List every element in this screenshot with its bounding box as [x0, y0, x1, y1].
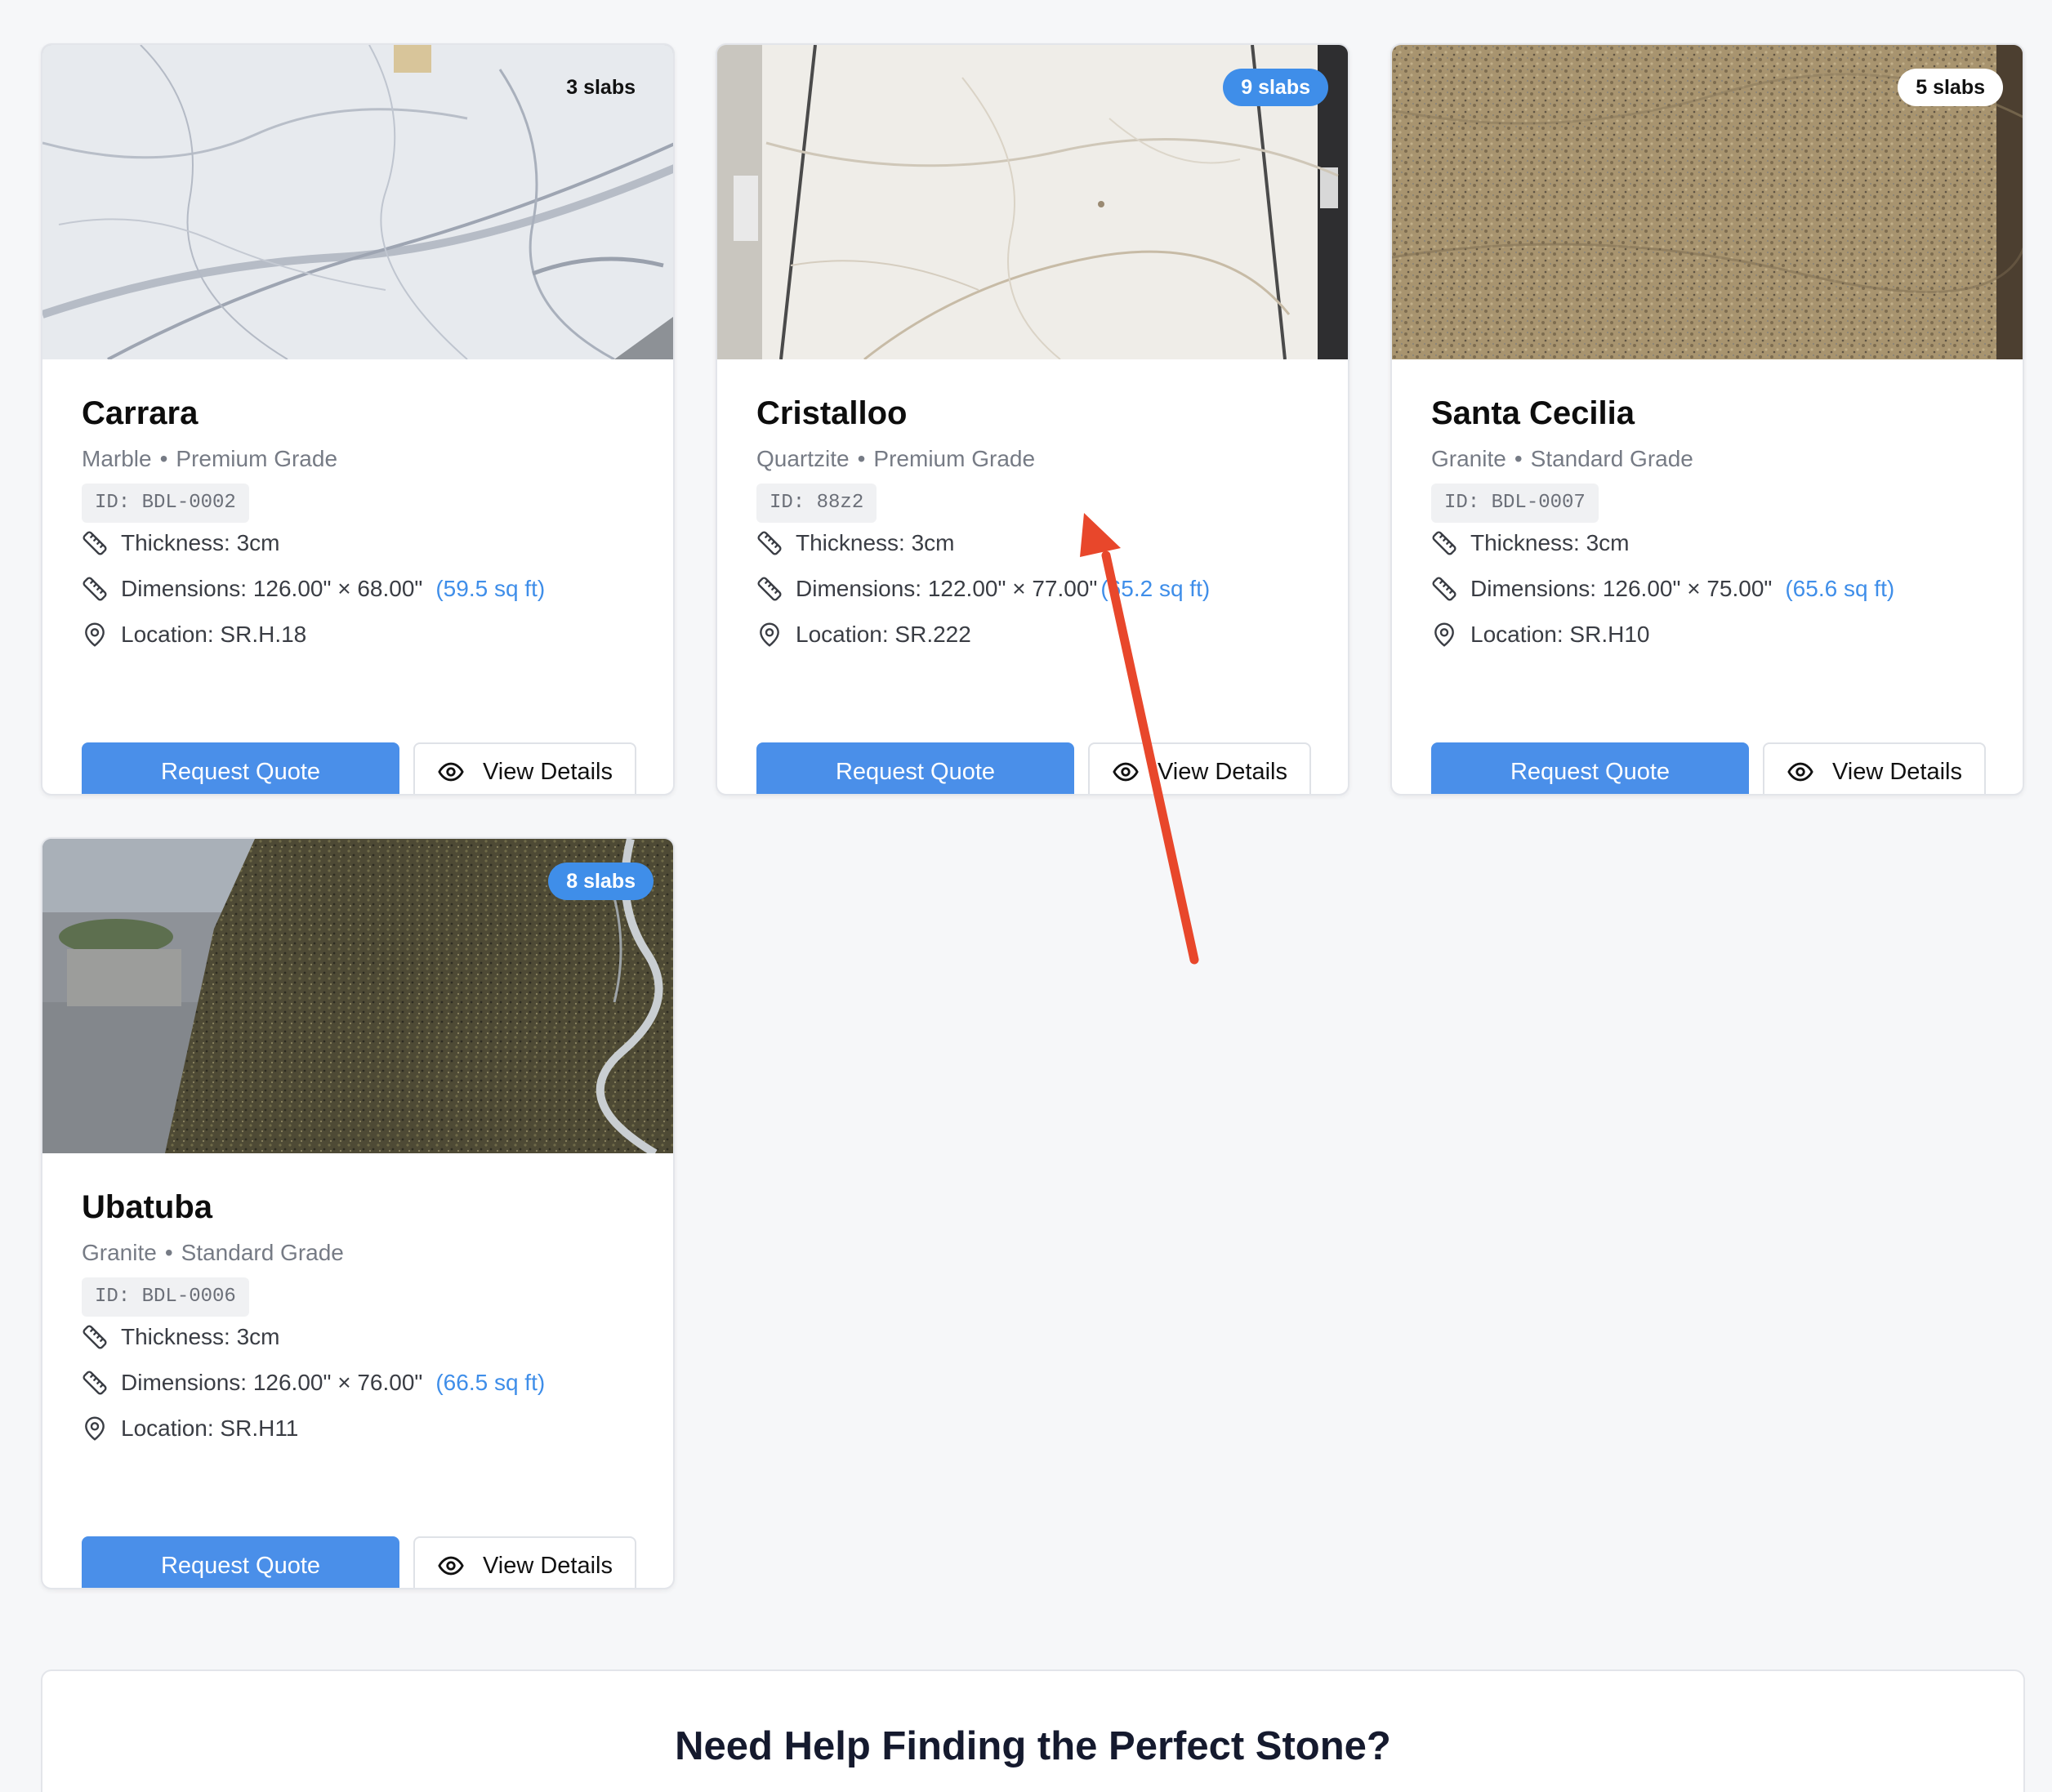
location-text: Location: SR.H.18	[121, 622, 307, 647]
location-row: Location: SR.H.18	[82, 618, 306, 651]
view-details-button[interactable]: View Details	[1088, 742, 1311, 794]
product-card-carrara: 3 slabs Carrara Marble • Premium Grade ID:…	[41, 43, 675, 796]
material-label: Quartzite	[756, 446, 850, 471]
dimensions-text: Dimensions: 122.00" × 77.00"	[796, 576, 1098, 601]
product-card-cristalloo: 9 slabs Cristalloo Quartzite • Premium Gra…	[716, 43, 1349, 796]
dimensions-text: Dimensions: 126.00" × 68.00"	[121, 576, 423, 601]
request-quote-button[interactable]: Request Quote	[82, 1536, 399, 1588]
separator-dot: •	[857, 446, 866, 471]
grade-label: Standard Grade	[1530, 446, 1693, 471]
area-sqft: (59.5 sq ft)	[435, 576, 546, 601]
ruler-icon	[82, 576, 108, 602]
view-details-button[interactable]: View Details	[413, 1536, 636, 1588]
product-category: Granite • Standard Grade	[82, 1240, 344, 1266]
slab-count-badge: 3 slabs	[566, 76, 636, 99]
location-text: Location: SR.H11	[121, 1415, 299, 1441]
dimensions-text: Dimensions: 126.00" × 76.00"	[121, 1370, 423, 1395]
dimensions-row: Dimensions: 126.00" × 68.00" (59.5 sq ft…	[82, 573, 545, 605]
product-category: Marble • Premium Grade	[82, 446, 337, 472]
ruler-icon	[82, 1324, 108, 1350]
area-sqft: (65.2 sq ft)	[1100, 576, 1211, 601]
view-details-button[interactable]: View Details	[413, 742, 636, 794]
product-image-ubatuba[interactable]: 8 slabs	[42, 839, 673, 1153]
product-id-tag: ID: BDL-0002	[82, 484, 249, 523]
request-quote-button[interactable]: Request Quote	[1431, 742, 1749, 794]
dimensions-row: Dimensions: 122.00" × 77.00" (65.2 sq ft…	[756, 573, 1210, 605]
dimensions-row: Dimensions: 126.00" × 75.00" (65.6 sq ft…	[1431, 573, 1894, 605]
ruler-icon	[1431, 530, 1457, 556]
eye-icon	[437, 1552, 465, 1580]
thickness-text: Thickness: 3cm	[121, 1324, 280, 1349]
product-name: Santa Cecilia	[1431, 395, 1635, 431]
thickness-row: Thickness: 3cm	[82, 1321, 280, 1353]
separator-dot: •	[159, 446, 168, 471]
grade-label: Premium Grade	[873, 446, 1036, 471]
location-text: Location: SR.H10	[1470, 622, 1650, 647]
product-id-tag: ID: BDL-0006	[82, 1277, 249, 1317]
ruler-icon	[756, 576, 783, 602]
material-label: Granite	[1431, 446, 1506, 471]
dimensions-text: Dimensions: 126.00" × 75.00"	[1470, 576, 1773, 601]
dimensions-row: Dimensions: 126.00" × 76.00" (66.5 sq ft…	[82, 1366, 545, 1399]
map-pin-icon	[82, 1415, 108, 1442]
location-row: Location: SR.H11	[82, 1412, 298, 1445]
material-label: Granite	[82, 1240, 157, 1265]
product-card-santa-cecilia: 5 slabs Santa Cecilia Granite • Standard G…	[1390, 43, 2024, 796]
product-image-cristalloo[interactable]: 9 slabs	[717, 45, 1348, 359]
help-section: Need Help Finding the Perfect Stone?	[41, 1669, 2025, 1792]
ruler-icon	[82, 530, 108, 556]
location-text: Location: SR.222	[796, 622, 971, 647]
slab-count-badge: 8 slabs	[548, 863, 654, 900]
view-details-label: View Details	[1157, 758, 1288, 785]
page: 3 slabs Carrara Marble • Premium Grade ID:…	[0, 0, 2052, 1792]
thickness-text: Thickness: 3cm	[121, 530, 280, 555]
product-name: Ubatuba	[82, 1189, 212, 1225]
request-quote-button[interactable]: Request Quote	[82, 742, 399, 794]
thickness-text: Thickness: 3cm	[1470, 530, 1630, 555]
area-sqft: (66.5 sq ft)	[435, 1370, 546, 1395]
product-category: Quartzite • Premium Grade	[756, 446, 1035, 472]
separator-dot: •	[1514, 446, 1523, 471]
area-sqft: (65.6 sq ft)	[1785, 576, 1895, 601]
view-details-label: View Details	[1831, 758, 1963, 785]
product-card-ubatuba: 8 slabs Ubatuba Granite • Standard Grade I…	[41, 837, 675, 1589]
ruler-icon	[756, 530, 783, 556]
help-title: Need Help Finding the Perfect Stone?	[675, 1724, 1391, 1768]
eye-icon	[1112, 758, 1140, 786]
map-pin-icon	[1431, 622, 1457, 648]
map-pin-icon	[756, 622, 783, 648]
eye-icon	[1787, 758, 1814, 786]
thickness-row: Thickness: 3cm	[82, 527, 280, 559]
ruler-icon	[82, 1370, 108, 1396]
product-image-santa-cecilia[interactable]: 5 slabs	[1392, 45, 2023, 359]
product-name: Cristalloo	[756, 395, 908, 431]
product-category: Granite • Standard Grade	[1431, 446, 1693, 472]
location-row: Location: SR.222	[756, 618, 971, 651]
thickness-row: Thickness: 3cm	[1431, 527, 1630, 559]
ruler-icon	[1431, 576, 1457, 602]
view-details-label: View Details	[482, 1552, 613, 1579]
slab-count-badge: 9 slabs	[1223, 69, 1328, 106]
thickness-text: Thickness: 3cm	[796, 530, 955, 555]
grade-label: Standard Grade	[181, 1240, 344, 1265]
thickness-row: Thickness: 3cm	[756, 527, 955, 559]
slab-count-badge: 5 slabs	[1898, 69, 2003, 106]
product-name: Carrara	[82, 395, 199, 431]
separator-dot: •	[164, 1240, 173, 1265]
view-details-button[interactable]: View Details	[1763, 742, 1986, 794]
location-row: Location: SR.H10	[1431, 618, 1649, 651]
request-quote-button[interactable]: Request Quote	[756, 742, 1074, 794]
eye-icon	[437, 758, 465, 786]
view-details-label: View Details	[482, 758, 613, 785]
product-id-tag: ID: 88z2	[756, 484, 877, 523]
material-label: Marble	[82, 446, 152, 471]
product-id-tag: ID: BDL-0007	[1431, 484, 1599, 523]
grade-label: Premium Grade	[176, 446, 338, 471]
product-image-carrara[interactable]: 3 slabs	[42, 45, 673, 359]
map-pin-icon	[82, 622, 108, 648]
